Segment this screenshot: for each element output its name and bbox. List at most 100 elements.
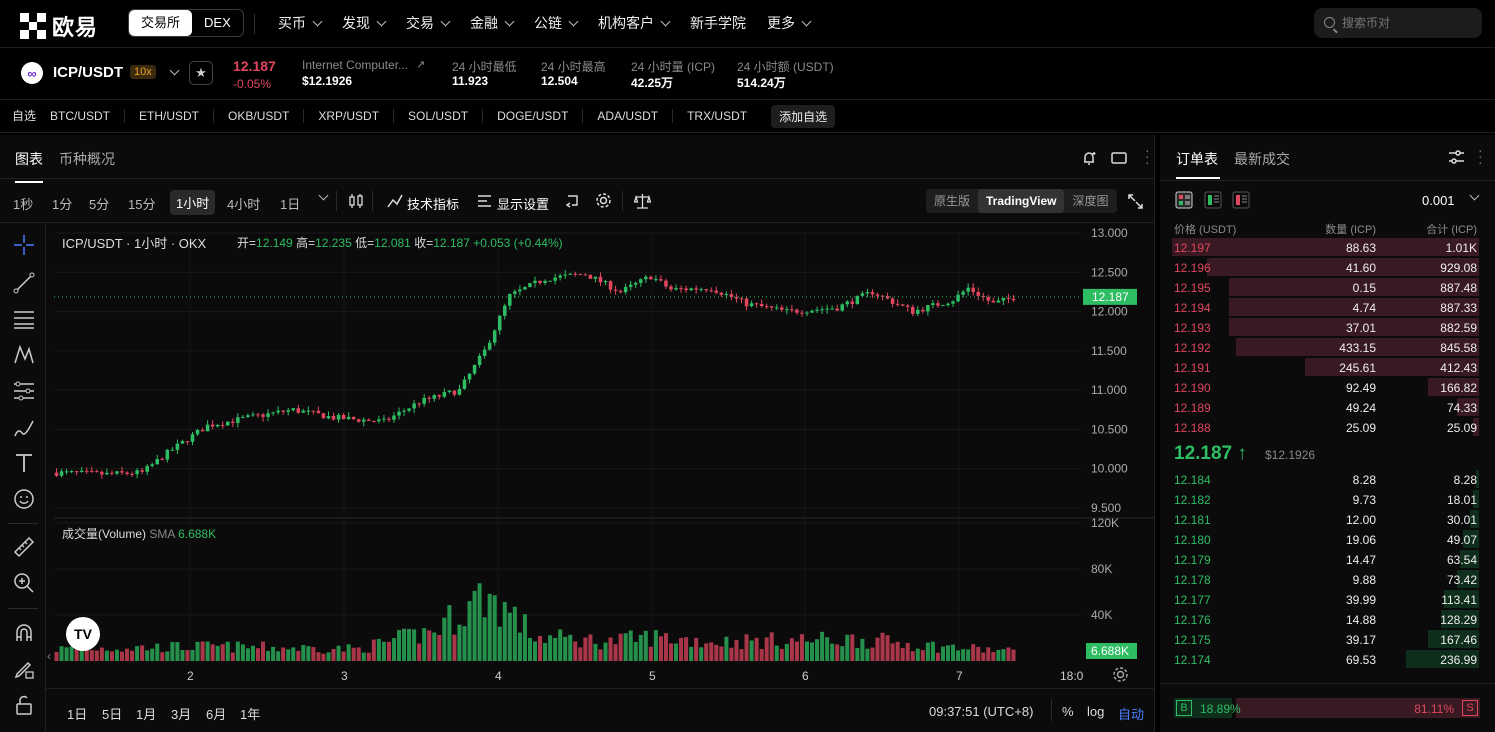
more-dots-icon[interactable]: · · · bbox=[1145, 143, 1150, 169]
dex-tab[interactable]: DEX bbox=[192, 10, 243, 36]
lock-pencil-icon[interactable] bbox=[12, 657, 36, 681]
alert-bell-icon[interactable] bbox=[1080, 149, 1098, 167]
favorite-star-icon[interactable]: ★ bbox=[189, 61, 213, 85]
bid-row[interactable]: 12.180 19.06 49.07 bbox=[1160, 529, 1495, 549]
bid-row[interactable]: 12.182 9.73 18.01 bbox=[1160, 489, 1495, 509]
pair-link[interactable]: OKB/USDT bbox=[214, 109, 305, 123]
precision-chevron-down-icon[interactable] bbox=[1469, 190, 1480, 201]
more-dots-icon[interactable]: · · · bbox=[1478, 143, 1483, 169]
bid-row[interactable]: 12.176 14.88 128.29 bbox=[1160, 609, 1495, 629]
pair-link[interactable]: BTC/USDT bbox=[36, 109, 126, 123]
precision-select[interactable]: 0.001 bbox=[1422, 193, 1455, 208]
pair-link[interactable]: SOL/USDT bbox=[394, 109, 484, 123]
nav-item-4[interactable]: 公链 bbox=[534, 13, 579, 33]
ask-row[interactable]: 12.195 0.15 887.48 bbox=[1160, 277, 1495, 297]
pair-link[interactable]: TRX/USDT bbox=[673, 109, 761, 123]
auto-toggle[interactable]: 自动 bbox=[1118, 704, 1144, 723]
view-option[interactable]: 深度图 bbox=[1064, 189, 1116, 213]
trend-line-icon[interactable] bbox=[12, 271, 36, 295]
pair-selector[interactable]: ICP/USDT bbox=[53, 64, 123, 81]
bid-row[interactable]: 12.174 69.53 236.99 bbox=[1160, 649, 1495, 669]
candle-type-icon[interactable] bbox=[348, 193, 364, 209]
timeframe-4[interactable]: 1小时 bbox=[170, 190, 216, 215]
timeframe-1[interactable]: 1分 bbox=[52, 194, 72, 213]
external-link-icon[interactable]: ↗ bbox=[416, 58, 425, 71]
coin-name[interactable]: Internet Computer... bbox=[302, 58, 408, 72]
range-button[interactable]: 1月 bbox=[136, 704, 156, 723]
tab-latest-trades[interactable]: 最新成交 bbox=[1234, 149, 1290, 169]
bid-row[interactable]: 12.184 8.28 8.28 bbox=[1160, 469, 1495, 489]
pattern-icon[interactable] bbox=[12, 343, 36, 367]
view-bids-icon[interactable] bbox=[1204, 191, 1222, 209]
pair-link[interactable]: ETH/USDT bbox=[125, 109, 215, 123]
ask-row[interactable]: 12.197 88.63 1.01K bbox=[1160, 237, 1495, 257]
nav-item-6[interactable]: 新手学院 bbox=[690, 13, 746, 33]
timeframe-3[interactable]: 15分 bbox=[128, 194, 155, 213]
favorites-label[interactable]: 自选 bbox=[0, 109, 36, 123]
ask-row[interactable]: 12.194 4.74 887.33 bbox=[1160, 297, 1495, 317]
timeframe-5[interactable]: 4小时 bbox=[227, 194, 260, 213]
pair-link[interactable]: XRP/USDT bbox=[304, 109, 395, 123]
tab-chart[interactable]: 图表 bbox=[15, 149, 43, 183]
orderbook-settings-icon[interactable] bbox=[1448, 149, 1465, 165]
view-both-icon[interactable] bbox=[1175, 191, 1193, 209]
ask-row[interactable]: 12.191 245.61 412.43 bbox=[1160, 357, 1495, 377]
emoji-icon[interactable] bbox=[12, 487, 36, 511]
magnet-icon[interactable] bbox=[12, 621, 36, 645]
nav-item-0[interactable]: 买币 bbox=[278, 13, 323, 33]
fib-icon[interactable] bbox=[12, 379, 36, 403]
ask-row[interactable]: 12.192 433.15 845.58 bbox=[1160, 337, 1495, 357]
view-option[interactable]: 原生版 bbox=[926, 189, 978, 213]
range-button[interactable]: 1日 bbox=[67, 704, 87, 723]
timeframe-0[interactable]: 1秒 bbox=[13, 194, 33, 213]
crosshair-icon[interactable] bbox=[12, 233, 36, 257]
tab-coin-overview[interactable]: 币种概况 bbox=[59, 149, 115, 169]
range-button[interactable]: 6月 bbox=[206, 704, 226, 723]
expand-icon[interactable] bbox=[1128, 194, 1143, 209]
brush-icon[interactable] bbox=[12, 415, 36, 439]
timeframe-2[interactable]: 5分 bbox=[89, 194, 109, 213]
timeframe-chevron-down-icon[interactable] bbox=[318, 190, 329, 201]
range-button[interactable]: 5日 bbox=[102, 704, 122, 723]
okx-logo[interactable]: 欧易 bbox=[20, 10, 98, 42]
bid-row[interactable]: 12.181 12.00 30.01 bbox=[1160, 509, 1495, 529]
range-button[interactable]: 1年 bbox=[240, 704, 260, 723]
ask-row[interactable]: 12.188 25.09 25.09 bbox=[1160, 417, 1495, 437]
indicators-icon[interactable] bbox=[387, 193, 403, 209]
bid-row[interactable]: 12.177 39.99 113.41 bbox=[1160, 589, 1495, 609]
nav-item-1[interactable]: 发现 bbox=[342, 13, 387, 33]
display-settings-button[interactable]: 显示设置 bbox=[497, 194, 549, 213]
nav-item-3[interactable]: 金融 bbox=[470, 13, 515, 33]
tradingview-logo-icon[interactable]: TV bbox=[66, 617, 100, 651]
nav-item-2[interactable]: 交易 bbox=[406, 13, 451, 33]
compare-scale-icon[interactable] bbox=[634, 193, 651, 209]
log-toggle[interactable]: log bbox=[1087, 704, 1104, 719]
undo-icon[interactable] bbox=[565, 193, 581, 209]
text-tool-icon[interactable] bbox=[12, 451, 36, 475]
bid-row[interactable]: 12.179 14.47 63.54 bbox=[1160, 549, 1495, 569]
gear-icon[interactable] bbox=[595, 192, 612, 209]
search-input[interactable]: 搜索币对 bbox=[1314, 8, 1482, 38]
ask-row[interactable]: 12.190 92.49 166.82 bbox=[1160, 377, 1495, 397]
zoom-in-icon[interactable] bbox=[12, 571, 36, 595]
add-favorite-button[interactable]: 添加自选 bbox=[771, 104, 836, 128]
ask-row[interactable]: 12.193 37.01 882.59 bbox=[1160, 317, 1495, 337]
nav-item-5[interactable]: 机构客户 bbox=[598, 13, 671, 33]
display-settings-icon[interactable] bbox=[477, 194, 492, 208]
bid-row[interactable]: 12.178 9.88 73.42 bbox=[1160, 569, 1495, 589]
ask-row[interactable]: 12.189 49.24 74.33 bbox=[1160, 397, 1495, 417]
indicators-button[interactable]: 技术指标 bbox=[407, 194, 459, 213]
ask-row[interactable]: 12.196 41.60 929.08 bbox=[1160, 257, 1495, 277]
range-button[interactable]: 3月 bbox=[171, 704, 191, 723]
exchange-tab[interactable]: 交易所 bbox=[129, 10, 193, 36]
tab-order-book[interactable]: 订单表 bbox=[1176, 149, 1218, 169]
bid-row[interactable]: 12.175 39.17 167.46 bbox=[1160, 629, 1495, 649]
ruler-icon[interactable] bbox=[12, 535, 36, 559]
fullscreen-window-icon[interactable] bbox=[1111, 150, 1127, 166]
view-option[interactable]: TradingView bbox=[978, 189, 1065, 213]
timeframe-6[interactable]: 1日 bbox=[280, 194, 300, 213]
percent-toggle[interactable]: % bbox=[1062, 704, 1074, 719]
price-chart[interactable]: 13.000 12.500 12.000 11.500 11.000 10.500 10.0… bbox=[46, 223, 1155, 732]
horizontal-lines-icon[interactable] bbox=[12, 307, 36, 331]
pair-link[interactable]: ADA/USDT bbox=[583, 109, 674, 123]
